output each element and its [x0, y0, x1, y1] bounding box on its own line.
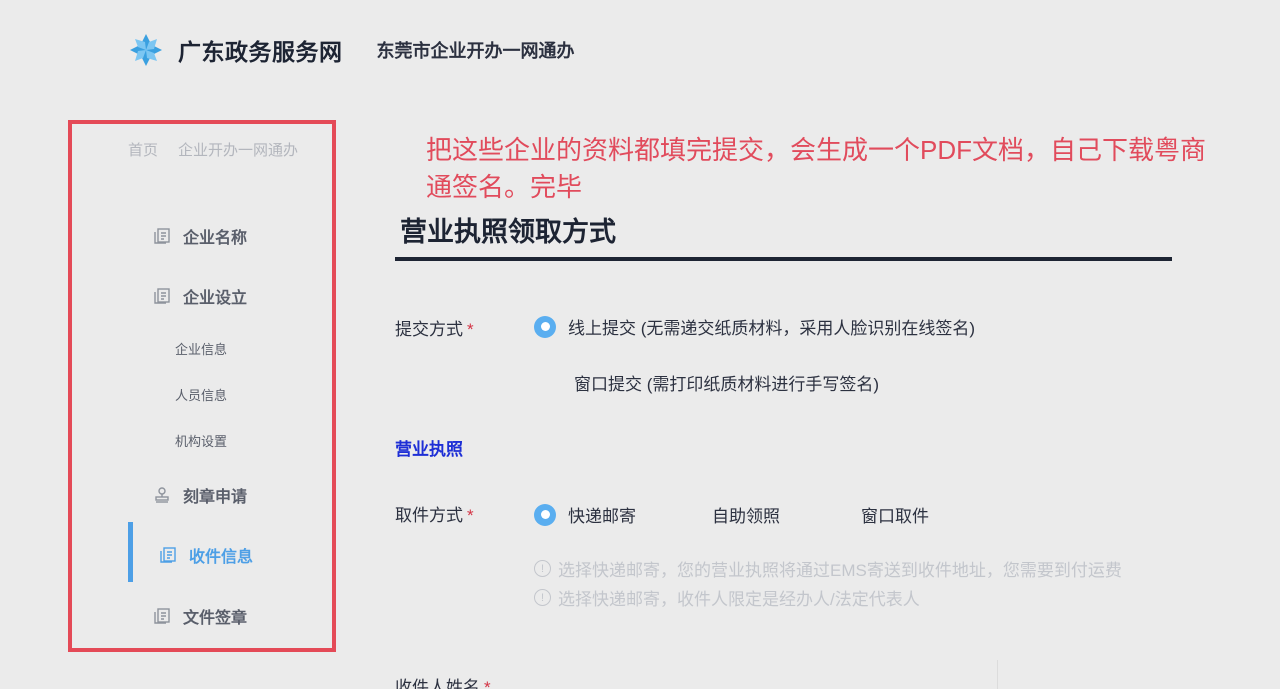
site-header: 广东政务服务网 东莞市企业开办一网通办	[128, 30, 575, 70]
tip-text: 选择快递邮寄，您的营业执照将通过EMS寄送到收件地址，您需要到付运费	[558, 561, 1122, 580]
title-divider	[395, 257, 1172, 261]
tip-text: 选择快递邮寄，收件人限定是经办人/法定代表人	[558, 590, 920, 609]
radio-label: 窗口提交 (需打印纸质材料进行手写签名)	[574, 375, 880, 394]
radio-checked-icon[interactable]	[534, 503, 556, 526]
pickup-self-service-radio[interactable]: 自助领照	[678, 502, 780, 527]
radio-unchecked-icon[interactable]	[827, 504, 849, 526]
tip-line: ! 选择快递邮寄，您的营业执照将通过EMS寄送到收件地址，您需要到付运费	[534, 556, 1122, 581]
pickup-express-radio[interactable]: 快递邮寄	[534, 502, 636, 527]
recipient-name-label: 收件人姓名 *	[395, 673, 491, 689]
pickup-window-radio[interactable]: 窗口取件	[827, 502, 929, 527]
required-mark: *	[484, 678, 491, 689]
radio-unchecked-icon[interactable]	[540, 372, 562, 394]
annotation-line-1: 把这些企业的资料都填完提交，会生成一个PDF文档，自己下载粤商	[426, 135, 1207, 165]
annotation-text: 把这些企业的资料都填完提交，会生成一个PDF文档，自己下载粤商 通签名。完毕	[426, 132, 1276, 206]
tip-line: ! 选择快递邮寄，收件人限定是经办人/法定代表人	[534, 585, 920, 610]
input-edge	[997, 660, 998, 689]
info-icon: !	[534, 560, 551, 577]
radio-label: 窗口取件	[861, 507, 929, 526]
radio-checked-icon[interactable]	[534, 315, 556, 338]
radio-label: 快递邮寄	[568, 507, 636, 526]
label-text: 提交方式	[395, 320, 463, 339]
service-title: 东莞市企业开办一网通办	[376, 41, 575, 61]
submit-online-radio[interactable]: 线上提交 (无需递交纸质材料，采用人脸识别在线签名)	[534, 314, 975, 339]
required-mark: *	[467, 320, 474, 339]
annotation-line-2: 通签名。完毕	[426, 172, 583, 202]
submit-method-label: 提交方式 *	[395, 315, 474, 340]
info-icon: !	[534, 589, 551, 606]
radio-unchecked-icon[interactable]	[678, 504, 700, 526]
pinwheel-logo-icon[interactable]	[128, 32, 164, 68]
radio-label: 自助领照	[712, 507, 780, 526]
submit-window-radio[interactable]: 窗口提交 (需打印纸质材料进行手写签名)	[540, 370, 879, 395]
radio-label: 线上提交 (无需递交纸质材料，采用人脸识别在线签名)	[568, 319, 976, 338]
label-text: 取件方式	[395, 506, 463, 525]
pickup-method-label: 取件方式 *	[395, 501, 474, 526]
license-heading: 营业执照	[395, 440, 463, 459]
highlight-frame	[68, 120, 336, 652]
required-mark: *	[467, 506, 474, 525]
page-title: 营业执照领取方式	[400, 217, 616, 247]
label-text: 收件人姓名	[395, 678, 480, 689]
site-name[interactable]: 广东政务服务网	[178, 33, 343, 67]
